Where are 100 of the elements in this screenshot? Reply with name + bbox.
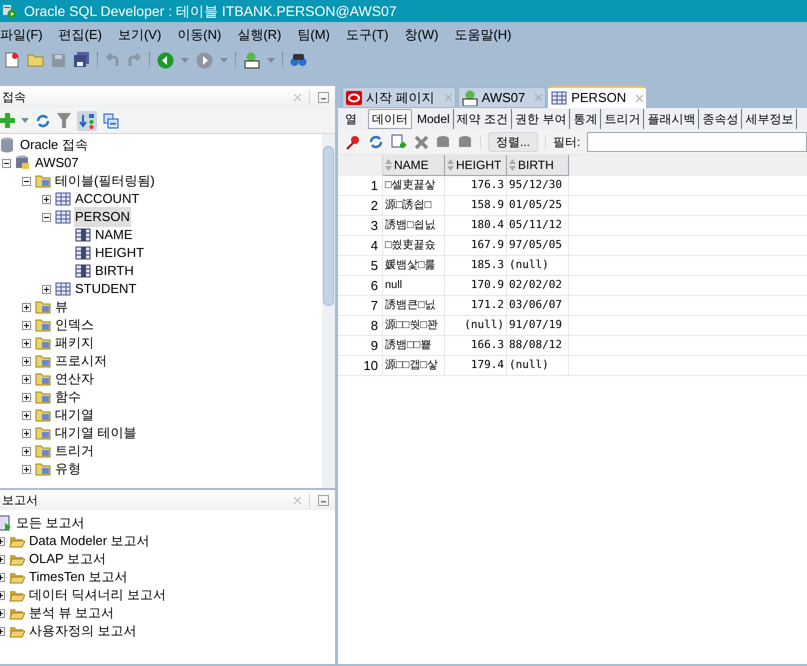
refresh-icon[interactable]: [368, 134, 384, 150]
menu-item[interactable]: 이동(N): [177, 25, 222, 45]
editor-tab[interactable]: PERSON: [548, 86, 646, 108]
sub-tab[interactable]: 플래시백: [644, 109, 700, 129]
sql-worksheet-icon: [462, 90, 478, 106]
expand-toggle-icon[interactable]: [42, 194, 51, 204]
sub-tab[interactable]: Model: [414, 109, 454, 129]
tree-item[interactable]: 트리거: [54, 441, 95, 461]
tree-item[interactable]: ACCOUNT: [74, 189, 140, 209]
expand-toggle-icon[interactable]: [22, 374, 31, 384]
column-header[interactable]: NAME: [383, 155, 445, 176]
start-page-icon: [346, 90, 362, 106]
schema-browser-icon[interactable]: [77, 110, 97, 130]
tree-item[interactable]: AWS07: [34, 153, 80, 173]
tree-item[interactable]: 테이블(필터링됨): [54, 171, 156, 191]
folder-icon: [35, 299, 51, 315]
expand-toggle-icon[interactable]: [42, 284, 51, 294]
dropdown-caret-icon[interactable]: [21, 118, 29, 123]
minimize-icon[interactable]: [318, 92, 329, 102]
column-header[interactable]: BIRTH: [507, 155, 569, 176]
tree-item[interactable]: 분석 뷰 보고서: [28, 603, 116, 623]
expand-toggle-icon[interactable]: [22, 338, 31, 348]
filter-icon[interactable]: [57, 113, 71, 128]
sql-worksheet-icon[interactable]: [243, 52, 260, 68]
tree-item[interactable]: STUDENT: [74, 279, 138, 299]
tree-item[interactable]: 인덱스: [54, 315, 95, 335]
menu-item[interactable]: 실행(R): [237, 25, 282, 45]
expand-toggle-icon[interactable]: [22, 302, 31, 312]
save-all-icon[interactable]: [73, 52, 90, 68]
new-file-icon[interactable]: [4, 52, 20, 68]
tree-item[interactable]: 사용자정의 보고서: [28, 621, 138, 641]
back-icon[interactable]: [157, 52, 174, 68]
table-cell: 97/05/05: [507, 236, 569, 255]
table-cell: (null): [445, 316, 507, 335]
column-header[interactable]: HEIGHT: [445, 155, 507, 176]
refresh-icon[interactable]: [35, 112, 51, 128]
tree-item[interactable]: TimesTen 보고서: [28, 567, 128, 587]
sub-tab[interactable]: 종속성: [699, 109, 742, 129]
collapse-toggle-icon[interactable]: [22, 176, 31, 186]
commit-icon[interactable]: [436, 134, 451, 150]
expand-toggle-icon[interactable]: [22, 446, 31, 456]
menu-item[interactable]: 도구(T): [346, 25, 388, 45]
table-cell: 誘뱀큰□닔: [383, 296, 445, 315]
menu-item[interactable]: 도움말(H): [454, 25, 512, 45]
pin-icon[interactable]: [346, 134, 361, 150]
binoculars-icon[interactable]: [290, 53, 307, 67]
sub-tab[interactable]: 세부정보: [742, 109, 798, 129]
folder-icon: [35, 407, 51, 423]
row-number: 2: [338, 196, 383, 215]
collapse-toggle-icon[interactable]: [42, 212, 51, 222]
tree-item[interactable]: NAME: [94, 225, 134, 245]
tree-item[interactable]: 뷰: [54, 297, 69, 317]
expand-toggle-icon[interactable]: [22, 356, 31, 366]
menu-item[interactable]: 창(W): [404, 25, 438, 45]
tree-item[interactable]: 함수: [54, 387, 82, 407]
delete-icon[interactable]: [414, 134, 429, 150]
plus-icon[interactable]: [0, 113, 15, 128]
collapse-toggle-icon[interactable]: [2, 158, 11, 168]
forward-icon[interactable]: [196, 52, 213, 68]
sub-tab[interactable]: 트리거: [601, 109, 644, 129]
sub-tab[interactable]: 데이터: [368, 109, 412, 129]
rollback-icon[interactable]: [458, 134, 473, 150]
tree-item[interactable]: HEIGHT: [94, 243, 146, 263]
sub-tab[interactable]: 권한 부여: [512, 109, 570, 129]
menu-item[interactable]: 편집(E): [58, 25, 102, 45]
expand-toggle-icon[interactable]: [22, 428, 31, 438]
tree-item[interactable]: 모든 보고서: [15, 513, 86, 533]
minimize-icon[interactable]: [318, 494, 329, 506]
editor-tab[interactable]: 시작 페이지: [342, 87, 456, 108]
tree-item[interactable]: 연산자: [54, 369, 95, 389]
folder-icon: [35, 443, 51, 459]
expand-toggle-icon[interactable]: [22, 392, 31, 402]
tree-item[interactable]: BIRTH: [94, 261, 135, 281]
expand-toggle-icon[interactable]: [22, 320, 31, 330]
filter-field[interactable]: [587, 132, 807, 152]
menu-item[interactable]: 파일(F): [0, 25, 43, 45]
insert-row-icon[interactable]: [391, 134, 407, 150]
tree-item[interactable]: 패키지: [54, 333, 95, 353]
sub-tab[interactable]: 제약 조건: [454, 109, 512, 129]
tree-item[interactable]: Data Modeler 보고서: [28, 531, 151, 551]
menu-item[interactable]: 팀(M): [297, 25, 330, 45]
sub-tab[interactable]: 열: [342, 109, 360, 129]
window-title: Oracle SQL Developer : 테이블 ITBANK.PERSON@AWS07: [24, 2, 397, 21]
tree-item[interactable]: PERSON: [74, 207, 131, 227]
tree-item[interactable]: 데이터 딕셔너리 보고서: [28, 585, 168, 605]
sort-button[interactable]: 정렬...: [488, 132, 538, 152]
scrollbar[interactable]: [322, 134, 335, 488]
tree-item[interactable]: 프로시저: [54, 351, 108, 371]
tree-item[interactable]: 대기열: [54, 405, 95, 425]
menu-item[interactable]: 보기(V): [118, 25, 162, 45]
sub-tab[interactable]: 통계: [570, 109, 602, 129]
tree-item[interactable]: 유형: [54, 459, 82, 479]
collapse-icon[interactable]: [103, 112, 119, 128]
expand-toggle-icon[interactable]: [22, 410, 31, 420]
editor-tab[interactable]: AWS07: [458, 87, 546, 108]
row-number: 8: [338, 316, 383, 335]
tree-item[interactable]: Oracle 접속: [19, 135, 89, 155]
tree-item[interactable]: 대기열 테이블: [54, 423, 138, 443]
expand-toggle-icon[interactable]: [22, 464, 31, 474]
tree-item[interactable]: OLAP 보고서: [28, 549, 108, 569]
